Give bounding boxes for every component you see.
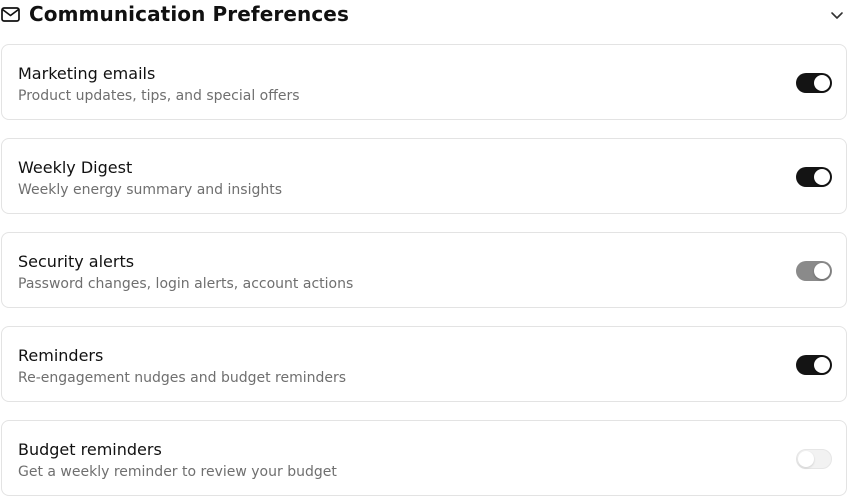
preference-card-security-alerts: Security alerts Password changes, login … [1,232,847,308]
preference-card-budget-reminders: Budget reminders Get a weekly reminder t… [1,420,847,496]
marketing-emails-toggle[interactable] [796,73,832,93]
toggle-knob [814,75,830,91]
communication-preferences-panel: Communication Preferences Marketing emai… [0,0,849,498]
security-alerts-toggle [796,261,832,281]
preference-description: Password changes, login alerts, account … [18,276,354,292]
section-title: Communication Preferences [29,2,349,26]
preference-title: Marketing emails [18,64,156,83]
toggle-knob [814,357,830,373]
toggle-knob [798,451,814,467]
reminders-toggle[interactable] [796,355,832,375]
preference-title: Weekly Digest [18,158,133,177]
preference-description: Product updates, tips, and special offer… [18,88,300,104]
preference-card-reminders: Reminders Re-engagement nudges and budge… [1,326,847,402]
budget-reminders-toggle [796,449,832,469]
chevron-down-icon[interactable] [827,5,847,25]
section-header[interactable]: Communication Preferences [0,0,849,32]
mail-icon [1,7,20,22]
toggle-knob [814,263,830,279]
preference-description: Re-engagement nudges and budget reminder… [18,370,347,386]
preference-description: Get a weekly reminder to review your bud… [18,464,337,480]
preference-description: Weekly energy summary and insights [18,182,283,198]
preference-title: Reminders [18,346,104,365]
preference-card-marketing-emails: Marketing emails Product updates, tips, … [1,44,847,120]
preference-title: Budget reminders [18,440,162,459]
toggle-knob [814,169,830,185]
weekly-digest-toggle[interactable] [796,167,832,187]
preference-card-weekly-digest: Weekly Digest Weekly energy summary and … [1,138,847,214]
preference-title: Security alerts [18,252,135,271]
